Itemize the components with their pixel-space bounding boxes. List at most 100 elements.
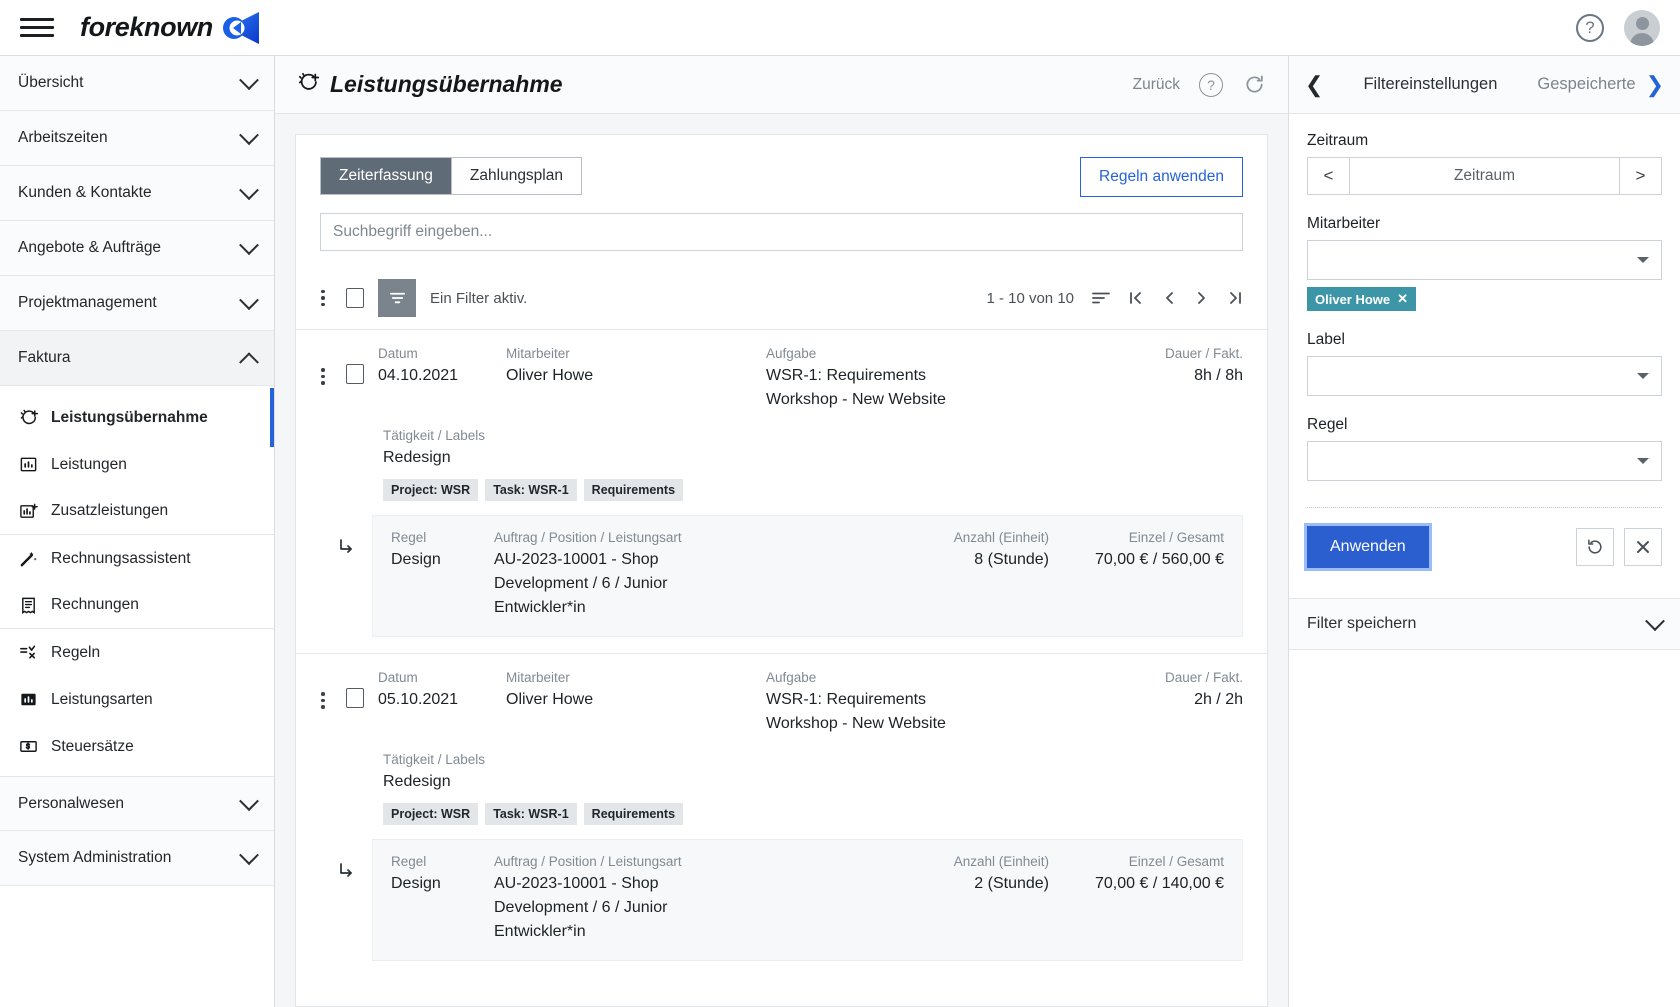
last-page-icon[interactable]: [1227, 290, 1243, 306]
sort-icon[interactable]: [1091, 290, 1111, 306]
list-toolbar: Ein Filter aktiv. 1 - 10 von 10: [296, 267, 1267, 330]
chevron-left-icon[interactable]: ❮: [1305, 73, 1323, 96]
sidebar-item-steuersaetze[interactable]: Steuersätze: [0, 723, 274, 770]
hamburger-icon[interactable]: [20, 15, 54, 41]
sidebar-group-uebersicht[interactable]: Übersicht: [0, 56, 274, 111]
select-all-checkbox[interactable]: [346, 288, 364, 308]
row-checkbox[interactable]: [346, 364, 364, 384]
sidebar-item-rechnungen[interactable]: Rechnungen: [0, 582, 274, 629]
label-chip: Project: WSR: [383, 479, 479, 501]
back-link[interactable]: Zurück: [1133, 76, 1180, 94]
sidebar-item-regeln[interactable]: Regeln: [0, 629, 274, 676]
cell-anzahl: Anzahl (Einheit) 2 (Stunde): [874, 854, 1049, 944]
label-select[interactable]: [1307, 356, 1662, 396]
chevron-down-icon: [239, 125, 259, 146]
mitarbeiter-select[interactable]: [1307, 240, 1662, 280]
apply-filter-button[interactable]: Anwenden: [1304, 523, 1432, 571]
mitarbeiter-chip[interactable]: Oliver Howe ✕: [1307, 287, 1417, 311]
label-chip: Requirements: [583, 479, 684, 501]
chevron-down-icon: [239, 845, 259, 866]
value-taetigkeit: Redesign: [383, 449, 451, 466]
pagination-controls: 1 - 10 von 10: [986, 290, 1243, 307]
refresh-icon[interactable]: [1242, 73, 1266, 97]
regel-select[interactable]: [1307, 441, 1662, 481]
cell-auftrag: Auftrag / Position / Leistungsart AU-202…: [494, 854, 874, 944]
cell-taetigkeit: Tätigkeit / Labels Redesign: [383, 752, 1243, 794]
value-datum: 05.10.2021: [378, 691, 459, 708]
sidebar-faktura-items: Leistungsübernahme Leistungen Zusatzleis…: [0, 386, 274, 776]
magic-transfer-icon: [297, 71, 320, 99]
page-header: Leistungsübernahme Zurück ?: [275, 56, 1288, 114]
label-chips: Project: WSR Task: WSR-1 Requirements: [383, 479, 1243, 501]
save-filter-section[interactable]: Filter speichern: [1289, 598, 1680, 650]
row-menu-icon[interactable]: [314, 670, 332, 709]
avatar[interactable]: [1624, 9, 1660, 46]
cell-einzel: Einzel / Gesamt 70,00 € / 560,00 €: [1049, 530, 1224, 620]
chevron-right-icon[interactable]: ❯: [1646, 73, 1664, 96]
zeitraum-value[interactable]: Zeitraum: [1350, 158, 1619, 194]
sidebar-item-leistungen[interactable]: Leistungen: [0, 441, 274, 488]
help-icon[interactable]: ?: [1576, 13, 1604, 42]
column-header-regel: Regel: [391, 530, 427, 545]
chevron-down-icon: [1637, 257, 1649, 263]
sidebar-group-projektmanagement[interactable]: Projektmanagement: [0, 276, 274, 331]
zeitraum-next-button[interactable]: >: [1619, 158, 1661, 194]
page-title-text: Leistungsübernahme: [330, 71, 563, 97]
column-header-anzahl: Anzahl (Einheit): [953, 854, 1049, 869]
column-header-dauer: Dauer / Fakt.: [1164, 670, 1243, 685]
search-input[interactable]: [320, 213, 1243, 251]
sidebar-group-angebote-auftraege[interactable]: Angebote & Aufträge: [0, 221, 274, 276]
sidebar-group-label: Arbeitszeiten: [18, 129, 108, 146]
sidebar-item-zusatzleistungen[interactable]: Zusatzleistungen: [0, 488, 274, 535]
apply-rules-button[interactable]: Regeln anwenden: [1080, 157, 1243, 197]
sidebar-item-label: Rechnungsassistent: [51, 549, 191, 567]
entry-main: Datum 04.10.2021 Mitarbeiter Oliver Howe…: [314, 346, 1243, 412]
list-menu-icon[interactable]: [314, 289, 332, 307]
next-page-icon[interactable]: [1194, 290, 1210, 306]
sidebar-group-kunden-kontakte[interactable]: Kunden & Kontakte: [0, 166, 274, 221]
value-datum: 04.10.2021: [378, 367, 459, 384]
page-header-actions: Zurück ?: [1133, 72, 1266, 97]
sidebar-group-arbeitszeiten[interactable]: Arbeitszeiten: [0, 111, 274, 166]
sub-row: Regel Design Auftrag / Position / Leistu…: [314, 839, 1243, 963]
brand-name: foreknown: [80, 12, 213, 42]
tab-zeiterfassung[interactable]: Zeiterfassung: [321, 158, 451, 194]
sidebar-group-faktura[interactable]: Faktura: [0, 331, 274, 386]
undo-icon[interactable]: [1576, 528, 1614, 566]
tab-gespeicherte[interactable]: Gespeicherte: [1537, 75, 1635, 94]
zeitraum-label: Zeitraum: [1307, 132, 1369, 149]
row-checkbox[interactable]: [346, 688, 364, 708]
sidebar-group-personalwesen[interactable]: Personalwesen: [0, 776, 274, 831]
value-einzel: 70,00 € / 140,00 €: [1095, 875, 1224, 892]
sidebar-item-label: Regeln: [51, 643, 101, 661]
foreknown-logo-icon: [221, 11, 263, 45]
cell-mitarbeiter: Mitarbeiter Oliver Howe: [506, 670, 766, 736]
prev-page-icon[interactable]: [1161, 290, 1177, 306]
filter-toggle-button[interactable]: [378, 279, 416, 317]
column-header-mitarbeiter: Mitarbeiter: [506, 346, 570, 361]
sidebar-group-label: Projektmanagement: [18, 294, 157, 311]
value-dauer: 8h / 8h: [1194, 367, 1243, 384]
row-menu-icon[interactable]: [314, 346, 332, 385]
close-icon[interactable]: [1624, 528, 1662, 566]
sidebar-item-leistungsarten[interactable]: Leistungsarten: [0, 676, 274, 723]
sidebar-item-label: Leistungsübernahme: [51, 408, 208, 426]
zeitraum-prev-button[interactable]: <: [1308, 158, 1350, 194]
cell-datum: Datum 04.10.2021: [378, 346, 506, 412]
brand-logo[interactable]: foreknown: [80, 11, 263, 45]
chevron-down-icon: [239, 235, 259, 256]
label-chip: Requirements: [583, 803, 684, 825]
sidebar-item-leistungsuebernahme[interactable]: Leistungsübernahme: [0, 388, 274, 447]
value-aufgabe: WSR-1: Requirements Workshop - New Websi…: [766, 691, 946, 732]
value-mitarbeiter: Oliver Howe: [506, 691, 594, 708]
top-bar-right: ?: [1576, 9, 1660, 46]
sidebar-item-rechnungsassistent[interactable]: Rechnungsassistent: [0, 535, 274, 582]
sub-row-card: Regel Design Auftrag / Position / Leistu…: [372, 515, 1243, 637]
sidebar-group-system-administration[interactable]: System Administration: [0, 831, 274, 886]
first-page-icon[interactable]: [1128, 290, 1144, 306]
sidebar-item-label: Zusatzleistungen: [51, 502, 169, 519]
close-icon[interactable]: ✕: [1397, 291, 1408, 307]
column-header-taetigkeit: Tätigkeit / Labels: [383, 752, 486, 767]
tab-zahlungsplan[interactable]: Zahlungsplan: [450, 158, 581, 194]
help-circle-icon[interactable]: ?: [1199, 72, 1223, 97]
